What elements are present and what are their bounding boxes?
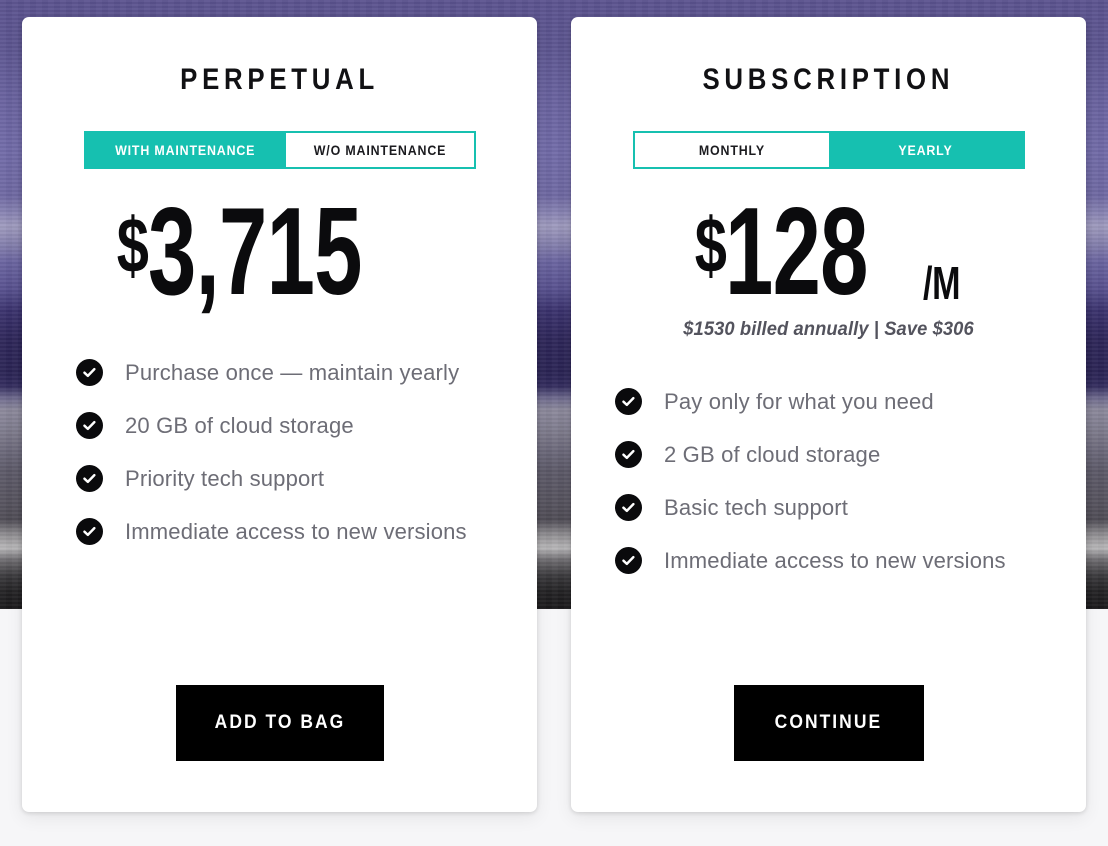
toggle-option-monthly[interactable]: MONTHLY [634,133,829,167]
price-amount: 128 [725,183,868,321]
cta-container-subscription: CONTINUE [571,685,1086,761]
check-circle-icon [76,465,103,493]
price-currency-symbol: $ [694,201,727,289]
list-item: 2 GB of cloud storage [615,428,1086,481]
plan-title-perpetual: PERPETUAL [180,63,379,96]
feature-label: Immediate access to new versions [125,518,467,544]
list-item: Immediate access to new versions [76,505,537,558]
check-circle-icon [615,547,642,575]
price-amount: 3,715 [147,183,362,321]
toggle-option-with-maintenance-label: WITH MAINTENANCE [115,142,256,158]
billing-note: $1530 billed annually | Save $306 [683,318,974,341]
pricing-cards-container: PERPETUAL WITH MAINTENANCE W/O MAINTENAN… [22,17,1086,812]
check-circle-icon [615,494,642,522]
list-item: Pay only for what you need [615,375,1086,428]
list-item: Immediate access to new versions [615,534,1086,587]
feature-label: Purchase once — maintain yearly [125,359,460,385]
check-circle-icon [615,441,642,469]
list-item: Purchase once — maintain yearly [76,346,537,399]
check-circle-icon [615,388,642,416]
continue-button-label: CONTINUE [774,712,883,733]
toggle-option-yearly-label: YEARLY [898,142,953,158]
price-perpetual: $ 3,715 [106,183,453,321]
feature-list-subscription: Pay only for what you need 2 GB of cloud… [571,375,1086,587]
check-circle-icon [76,412,103,440]
feature-label: Basic tech support [664,494,849,520]
price-period-suffix: /M [923,257,961,310]
pricing-card-perpetual: PERPETUAL WITH MAINTENANCE W/O MAINTENAN… [22,17,537,812]
toggle-option-with-maintenance[interactable]: WITH MAINTENANCE [85,133,286,167]
continue-button[interactable]: CONTINUE [733,685,924,761]
billing-toggle-subscription[interactable]: MONTHLY YEARLY [632,131,1025,169]
cta-container-perpetual: ADD TO BAG [22,685,537,761]
feature-label: 2 GB of cloud storage [664,441,881,467]
toggle-option-without-maintenance[interactable]: W/O MAINTENANCE [285,133,474,167]
add-to-bag-button[interactable]: ADD TO BAG [175,685,384,761]
pricing-card-subscription: SUBSCRIPTION MONTHLY YEARLY $ 128 /M $15… [571,17,1086,812]
add-to-bag-button-label: ADD TO BAG [214,712,345,733]
plan-title-subscription: SUBSCRIPTION [702,63,955,96]
list-item: 20 GB of cloud storage [76,399,537,452]
feature-label: 20 GB of cloud storage [125,412,354,438]
feature-list-perpetual: Purchase once — maintain yearly 20 GB of… [22,346,537,558]
feature-label: Pay only for what you need [664,388,934,414]
check-circle-icon [76,518,103,546]
check-circle-icon [76,359,103,387]
pricing-page: PERPETUAL WITH MAINTENANCE W/O MAINTENAN… [0,0,1108,846]
price-subscription: $ 128 /M [684,183,973,321]
price-currency-symbol: $ [116,201,149,289]
feature-label: Immediate access to new versions [664,547,1006,573]
toggle-option-yearly[interactable]: YEARLY [828,133,1023,167]
toggle-option-monthly-label: MONTHLY [698,142,765,158]
billing-toggle-perpetual[interactable]: WITH MAINTENANCE W/O MAINTENANCE [83,131,476,169]
list-item: Priority tech support [76,452,537,505]
feature-label: Priority tech support [125,465,325,491]
list-item: Basic tech support [615,481,1086,534]
toggle-option-without-maintenance-label: W/O MAINTENANCE [313,142,446,158]
